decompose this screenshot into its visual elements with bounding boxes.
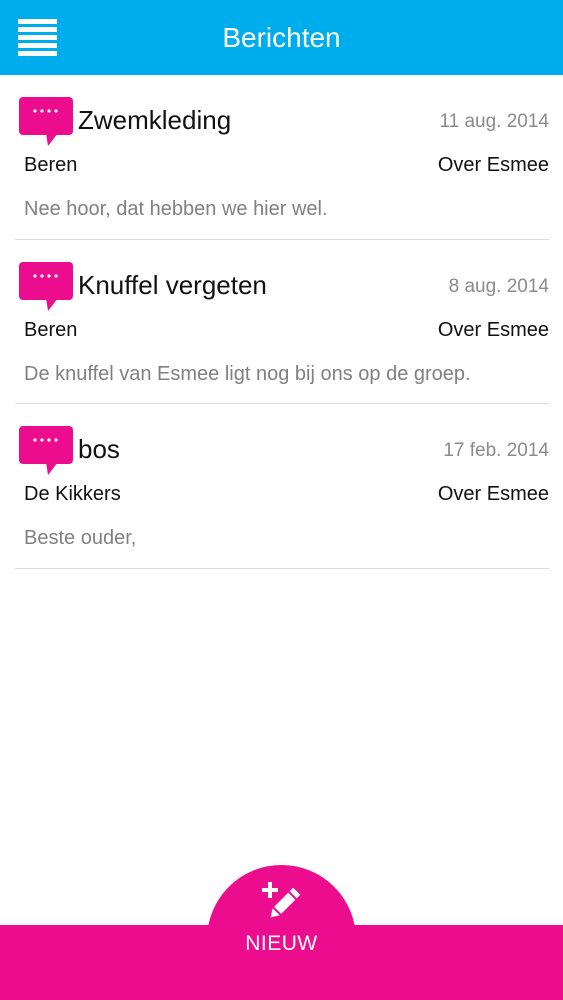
- message-date: 8 aug. 2014: [448, 275, 549, 297]
- message-list-item[interactable]: Knuffel vergeten 8 aug. 2014 Beren Over …: [15, 240, 549, 404]
- speech-bubble-icon: [19, 97, 73, 149]
- message-list: Zwemkleding 11 aug. 2014 Beren Over Esme…: [0, 75, 563, 569]
- message-list-item[interactable]: Zwemkleding 11 aug. 2014 Beren Over Esme…: [15, 75, 549, 240]
- message-preview: De knuffel van Esmee ligt nog bij ons op…: [24, 362, 471, 385]
- message-list-item[interactable]: bos 17 feb. 2014 De Kikkers Over Esmee B…: [15, 404, 549, 569]
- message-date: 17 feb. 2014: [443, 440, 549, 461]
- message-subject: bos: [78, 434, 120, 464]
- app-header: Berichten: [0, 0, 563, 75]
- message-date: 11 aug. 2014: [439, 111, 549, 132]
- message-about: Over Esmee: [437, 154, 549, 176]
- message-group: De Kikkers: [24, 483, 121, 505]
- page-title: Berichten: [222, 22, 341, 53]
- speech-bubble-icon: [19, 426, 73, 478]
- hamburger-menu-icon: [18, 19, 57, 56]
- menu-button[interactable]: [18, 19, 57, 56]
- message-group: Beren: [24, 318, 78, 341]
- message-subject: Zwemkleding: [78, 105, 232, 135]
- message-subject: Knuffel vergeten: [78, 269, 267, 300]
- new-button-label: NIEUW: [245, 932, 318, 955]
- message-preview: Nee hoor, dat hebben we hier wel.: [24, 198, 328, 220]
- speech-bubble-icon: [19, 261, 73, 314]
- message-preview: Beste ouder,: [24, 527, 137, 549]
- message-about: Over Esmee: [437, 483, 549, 505]
- message-about: Over Esmee: [437, 318, 549, 341]
- new-message-button[interactable]: NIEUW: [207, 865, 356, 1000]
- compose-plus-pencil-icon: [262, 882, 302, 922]
- message-group: Beren: [24, 154, 78, 176]
